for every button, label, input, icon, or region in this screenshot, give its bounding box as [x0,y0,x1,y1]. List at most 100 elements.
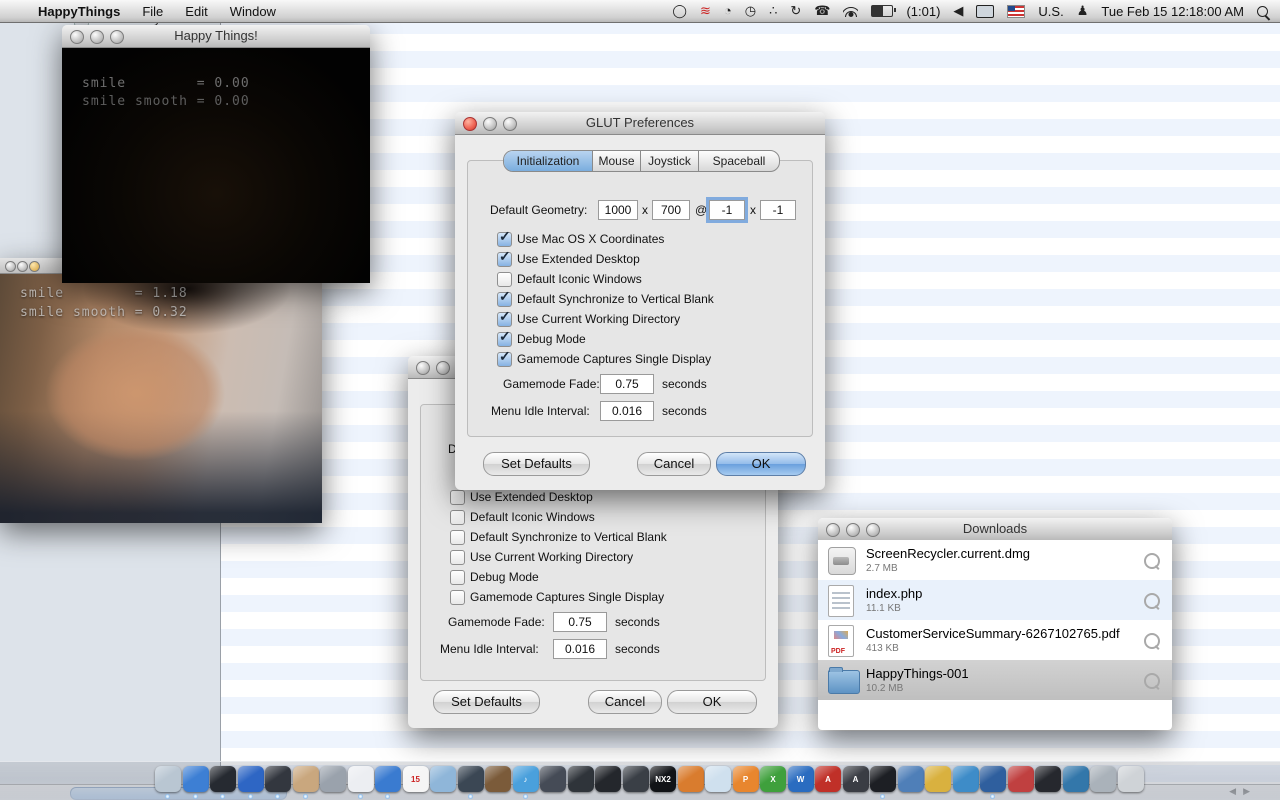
dock-icon[interactable]: X [760,766,786,792]
dock-icon[interactable] [375,766,401,792]
dock-icon[interactable] [1118,766,1144,792]
download-row[interactable]: index.php 11.1 KB [818,580,1172,620]
phone-icon[interactable]: ☎ [814,0,830,22]
geometry-width-field[interactable]: 1000 [598,200,638,220]
dock-icon[interactable] [980,766,1006,792]
dock-icon[interactable]: A [843,766,869,792]
dock-icon[interactable] [183,766,209,792]
user-icon[interactable]: ♟ [1077,0,1089,22]
dock-icon[interactable] [623,766,649,792]
webcam-window-back: smile = 1.18 smile smooth = 0.32 [0,258,322,522]
dock-icon[interactable] [953,766,979,792]
dots-icon[interactable]: ∴ [769,0,777,22]
dock-icon[interactable]: NX2 [650,766,676,792]
dock-icon[interactable] [1090,766,1116,792]
reveal-magnifier-icon[interactable] [1144,633,1160,649]
dock-icon[interactable] [265,766,291,792]
dock-icon[interactable] [678,766,704,792]
dialog-titlebar[interactable]: GLUT Preferences [455,112,825,135]
dock-icon[interactable] [210,766,236,792]
dock-icon[interactable] [705,766,731,792]
dock-icon[interactable] [458,766,484,792]
reveal-magnifier-icon[interactable] [1144,593,1160,609]
timer-icon[interactable]: ◷ [745,0,756,22]
tab-initialization[interactable]: Initialization [504,151,593,171]
dock-icon[interactable]: ♪ [513,766,539,792]
menu-file[interactable]: File [142,4,163,19]
dock-icon[interactable] [293,766,319,792]
dock-icon[interactable] [485,766,511,792]
geometry-x-field[interactable]: -1 [709,200,745,220]
minimize-button[interactable] [483,117,497,131]
opera-icon[interactable]: ◯ [672,0,687,22]
dock-icon[interactable] [1063,766,1089,792]
dock-icon[interactable] [155,766,181,792]
minimize-button[interactable] [846,523,860,537]
tab-spaceball[interactable]: Spaceball [699,151,779,171]
geometry-height-field[interactable]: 700 [652,200,690,220]
zoom-button[interactable] [503,117,517,131]
volume-icon[interactable]: ◀ [953,0,963,22]
tab-joystick[interactable]: Joystick [641,151,699,171]
cancel-button[interactable]: Cancel [637,452,711,476]
menu-edit[interactable]: Edit [185,4,207,19]
fade-field[interactable]: 0.75 [553,612,607,632]
dock-icon[interactable]: A [815,766,841,792]
close-button[interactable] [463,117,477,131]
input-flag-icon[interactable] [1007,5,1025,18]
dock-icon[interactable]: 15 [403,766,429,792]
ok-button[interactable]: OK [667,690,757,714]
displays-icon[interactable] [976,5,994,18]
dock-icon[interactable] [925,766,951,792]
dock-icon[interactable] [348,766,374,792]
set-defaults-button[interactable]: Set Defaults [483,452,590,476]
ok-button[interactable]: OK [716,452,806,476]
minimize-button[interactable] [436,361,450,375]
globe-icon[interactable]: ◔ [724,0,732,22]
red-menu-icon[interactable]: ≋ [700,0,711,22]
tab-mouse[interactable]: Mouse [593,151,641,171]
dock-icon[interactable] [898,766,924,792]
dock-icon[interactable] [870,766,896,792]
download-row[interactable]: ScreenRecycler.current.dmg 2.7 MB [818,540,1172,580]
zoom-button[interactable] [29,261,40,272]
menu-window[interactable]: Window [230,4,276,19]
download-row[interactable]: PDF CustomerServiceSummary-6267102765.pd… [818,620,1172,660]
dock-icon[interactable]: W [788,766,814,792]
wifi-icon[interactable] [843,6,858,17]
webcam-titlebar[interactable]: Happy Things! [62,25,370,48]
downloads-titlebar[interactable]: Downloads [818,518,1172,541]
dock-icon[interactable] [320,766,346,792]
dock-icon[interactable] [595,766,621,792]
dock-icon[interactable] [568,766,594,792]
dock-icon[interactable] [238,766,264,792]
close-button[interactable] [416,361,430,375]
dock-icon[interactable] [540,766,566,792]
spotlight-icon[interactable] [1257,6,1268,17]
menu-bar-clock[interactable]: Tue Feb 15 12:18:00 AM [1101,4,1244,19]
idle-field[interactable]: 0.016 [600,401,654,421]
dock-icon[interactable] [430,766,456,792]
sync-icon[interactable]: ↻ [790,0,801,22]
download-row-selected[interactable]: HappyThings-001 10.2 MB [818,660,1172,700]
geometry-y-field[interactable]: -1 [760,200,796,220]
app-menu[interactable]: HappyThings [38,4,120,19]
close-button[interactable] [70,30,84,44]
reveal-magnifier-icon[interactable] [1144,673,1160,689]
idle-field[interactable]: 0.016 [553,639,607,659]
tab-control: Initialization Mouse Joystick Spaceball [503,150,780,172]
zoom-button[interactable] [866,523,880,537]
dock-icon[interactable] [1035,766,1061,792]
close-button[interactable] [826,523,840,537]
close-button[interactable] [5,261,16,272]
battery-icon[interactable] [871,5,893,17]
minimize-button[interactable] [17,261,28,272]
zoom-button[interactable] [110,30,124,44]
minimize-button[interactable] [90,30,104,44]
dock-icon[interactable] [1008,766,1034,792]
cancel-button[interactable]: Cancel [588,690,662,714]
dock-icon[interactable]: P [733,766,759,792]
reveal-magnifier-icon[interactable] [1144,553,1160,569]
set-defaults-button[interactable]: Set Defaults [433,690,540,714]
fade-field[interactable]: 0.75 [600,374,654,394]
